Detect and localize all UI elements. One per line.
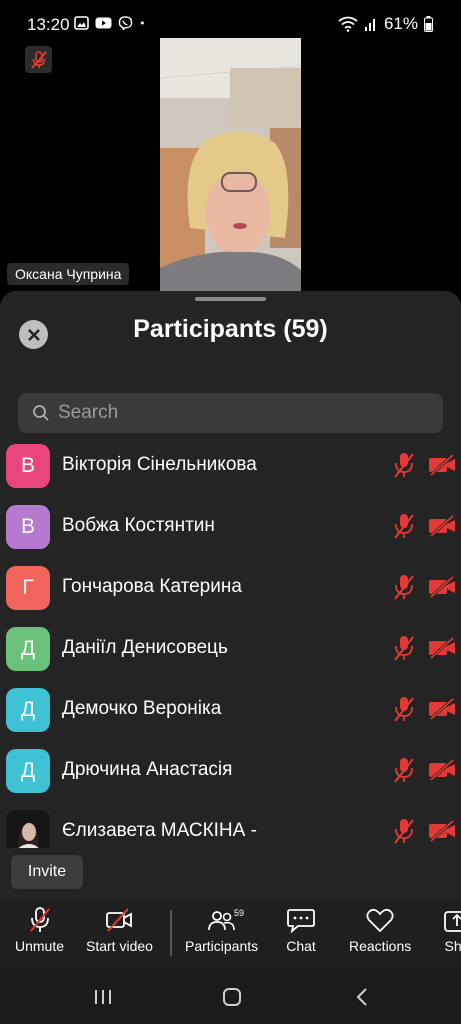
participant-name: Єлизавета МАСКІНА - <box>62 820 257 841</box>
participant-row[interactable]: Д Дрючина Анастасія <box>0 746 461 807</box>
video-off-icon <box>429 575 455 599</box>
participant-name: Вікторія Сінельникова <box>62 454 257 475</box>
search-input[interactable] <box>58 402 418 424</box>
reactions-button[interactable]: Reactions <box>349 906 411 954</box>
reactions-label: Reactions <box>349 938 412 954</box>
panel-title: Participants (59) <box>133 315 328 343</box>
unmute-button[interactable]: Unmute <box>15 906 64 954</box>
share-icon <box>444 911 461 932</box>
meeting-toolbar: Unmute Start video Participants 59 Chat … <box>0 898 461 970</box>
start-video-label: Start video <box>86 938 153 954</box>
heart-icon <box>366 908 394 933</box>
mic-muted-icon <box>394 758 414 783</box>
home-icon[interactable] <box>220 987 244 1007</box>
share-label: Sha <box>444 938 461 954</box>
toolbar-divider <box>170 910 172 956</box>
participant-row[interactable]: В Вікторія Сінельникова <box>0 441 461 502</box>
status-time: 13:20 <box>27 15 70 34</box>
wifi-icon <box>338 16 358 32</box>
video-frame <box>160 38 301 292</box>
video-off-icon <box>429 819 455 843</box>
battery-percent: 61% <box>383 14 418 33</box>
mic-muted-icon <box>394 819 414 844</box>
participant-name: Демочко Вероніка <box>62 698 222 719</box>
participant-avatar <box>6 810 50 848</box>
mic-muted-icon <box>394 453 414 478</box>
youtube-icon <box>95 17 112 29</box>
notification-icons <box>74 16 149 30</box>
participants-label: Participants <box>185 938 259 954</box>
signal-icon <box>364 19 375 31</box>
mic-muted-icon <box>394 636 414 661</box>
mic-muted-icon <box>394 575 414 600</box>
mic-muted-icon <box>394 697 414 722</box>
participants-icon <box>207 911 235 931</box>
participants-list: В Вікторія Сінельникова В Вобжа Костянтин Г Г… <box>0 441 461 848</box>
mic-muted-icon <box>394 514 414 539</box>
participant-avatar: В <box>6 444 50 488</box>
participant-row[interactable]: Д Даніїл Денисовець <box>0 624 461 685</box>
participant-row[interactable]: Д Демочко Вероніка <box>0 685 461 746</box>
participant-name: Даніїл Денисовець <box>62 637 228 658</box>
search-icon <box>33 405 49 421</box>
participant-avatar: Д <box>6 688 50 732</box>
participant-row[interactable]: Єлизавета МАСКІНА - <box>0 807 461 848</box>
start-video-button[interactable]: Start video <box>86 906 153 954</box>
participants-panel: Participants (59) В Вікторія Сінельникова… <box>0 291 461 898</box>
video-off-icon <box>106 908 133 932</box>
speaker-muted-indicator <box>25 46 52 73</box>
chat-button[interactable]: Chat <box>286 906 316 954</box>
video-off-icon <box>429 514 455 538</box>
invite-button[interactable]: Invite <box>11 855 83 889</box>
mic-off-icon <box>29 907 50 932</box>
video-off-icon <box>429 697 455 721</box>
system-navigation-bar <box>0 970 461 1024</box>
mic-off-icon <box>30 50 47 69</box>
participants-count-badge: 59 <box>234 908 245 918</box>
gallery-icon <box>74 16 89 30</box>
participant-row[interactable]: Г Гончарова Катерина <box>0 563 461 624</box>
drag-handle[interactable] <box>195 297 266 301</box>
chat-icon <box>287 909 315 934</box>
participant-avatar: Д <box>6 627 50 671</box>
participants-button[interactable]: Participants 59 <box>185 906 258 954</box>
search-bar[interactable] <box>18 393 443 433</box>
video-off-icon <box>429 636 455 660</box>
battery-icon <box>424 16 433 32</box>
back-icon[interactable] <box>350 987 374 1007</box>
share-button[interactable]: Sha <box>442 906 461 954</box>
dot-icon <box>140 21 144 25</box>
participant-avatar: В <box>6 505 50 549</box>
participant-row[interactable]: В Вобжа Костянтин <box>0 502 461 563</box>
participant-name: Вобжа Костянтин <box>62 515 215 536</box>
speaker-name-tag: Оксана Чуприна <box>7 263 130 285</box>
participant-name: Гончарова Катерина <box>62 576 242 597</box>
viber-icon <box>118 16 133 30</box>
status-right: 61% <box>338 14 433 34</box>
participant-avatar: Д <box>6 749 50 793</box>
avatar-photo <box>6 810 50 848</box>
speaker-video[interactable] <box>160 38 301 292</box>
video-off-icon <box>429 758 455 782</box>
chat-label: Chat <box>286 938 316 954</box>
unmute-label: Unmute <box>15 938 65 954</box>
participant-name: Дрючина Анастасія <box>62 759 233 780</box>
participant-avatar: Г <box>6 566 50 610</box>
recent-apps-icon[interactable] <box>91 987 115 1007</box>
video-off-icon <box>429 453 455 477</box>
